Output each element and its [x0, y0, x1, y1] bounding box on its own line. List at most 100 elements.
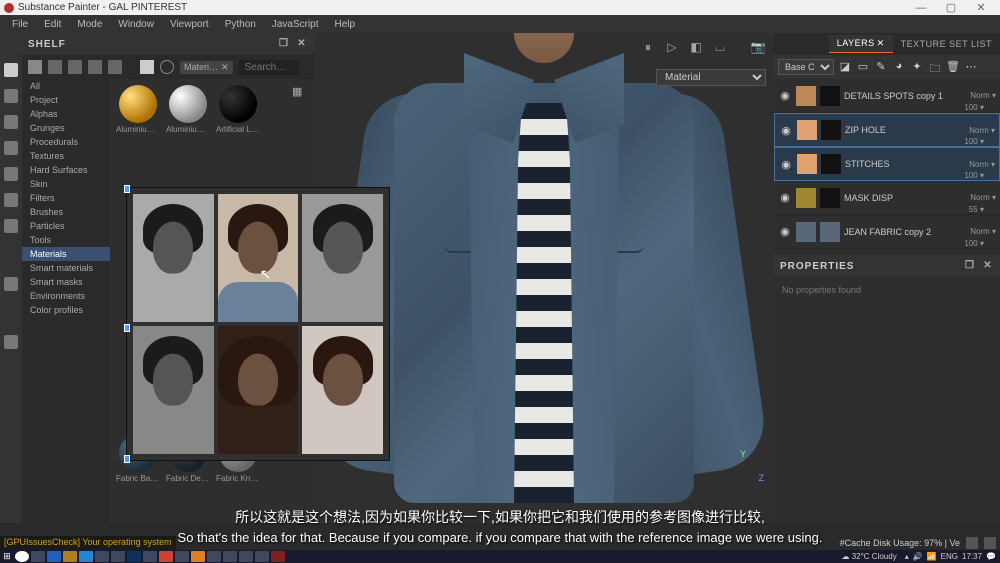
cat-environments[interactable]: Environments — [22, 289, 110, 303]
resize-handle[interactable] — [124, 455, 130, 463]
blend-mode[interactable]: Norm ▾ — [967, 126, 995, 135]
projection-tool-icon[interactable] — [4, 115, 18, 129]
taskbar-app-icon[interactable] — [63, 551, 77, 562]
close-icon[interactable]: ✕ — [982, 260, 994, 272]
picker-tool-icon[interactable] — [4, 219, 18, 233]
blend-mode[interactable]: Norm ▾ — [967, 160, 995, 169]
close-icon[interactable]: ✕ — [296, 38, 308, 50]
camera-icon[interactable]: ⌴ — [712, 39, 728, 55]
visibility-icon[interactable]: ◉ — [779, 124, 793, 137]
weather-widget[interactable]: ☁ 32°C Cloudy — [841, 552, 896, 561]
circle-icon[interactable] — [160, 60, 174, 74]
search-input[interactable] — [239, 60, 299, 75]
grid-view-icon[interactable]: ▦ — [292, 85, 304, 97]
filter-icon[interactable] — [140, 60, 154, 74]
menu-viewport[interactable]: Viewport — [162, 19, 217, 30]
minimize-button[interactable]: — — [906, 2, 936, 14]
cat-smartmasks[interactable]: Smart masks — [22, 275, 110, 289]
layer-mask-thumb[interactable] — [820, 188, 840, 208]
layer-name[interactable]: JEAN FABRIC copy 2 — [844, 227, 964, 237]
menu-file[interactable]: File — [4, 19, 36, 30]
add-effect-icon[interactable]: ✎ — [874, 60, 888, 74]
menu-javascript[interactable]: JavaScript — [264, 19, 327, 30]
reference-popup[interactable]: ↖ — [126, 187, 390, 461]
blend-mode[interactable]: Norm ▾ — [968, 193, 996, 202]
render-icon[interactable]: 📷 — [750, 39, 766, 55]
taskbar-app-icon[interactable] — [111, 551, 125, 562]
tab-texturesetlist[interactable]: TEXTURE SET LIST — [893, 36, 1000, 52]
cat-smartmaterials[interactable]: Smart materials — [22, 261, 110, 275]
cat-particles[interactable]: Particles — [22, 219, 110, 233]
cat-grunges[interactable]: Grunges — [22, 121, 110, 135]
perspective-icon[interactable]: ▷ — [664, 39, 680, 55]
undock-icon[interactable]: ❐ — [278, 38, 290, 50]
fill-tool-icon[interactable] — [4, 141, 18, 155]
cube-icon[interactable]: ◧ — [688, 39, 704, 55]
layer-mask-thumb[interactable] — [820, 86, 840, 106]
reference-image[interactable] — [133, 326, 214, 454]
add-smart-icon[interactable]: ✦ — [910, 60, 924, 74]
reload-icon[interactable] — [108, 60, 122, 74]
tab-layers[interactable]: LAYERS✕ — [829, 35, 893, 53]
channel-select[interactable]: Base Colo — [778, 59, 834, 75]
paint-tool-icon[interactable] — [4, 63, 18, 77]
resize-handle[interactable] — [124, 185, 130, 193]
layer-thumb[interactable] — [797, 154, 817, 174]
taskbar-app-icon[interactable] — [255, 551, 269, 562]
taskbar-app-icon[interactable] — [79, 551, 93, 562]
clone-tool-icon[interactable] — [4, 193, 18, 207]
layer-mask-thumb[interactable] — [821, 120, 841, 140]
cat-procedurals[interactable]: Procedurals — [22, 135, 110, 149]
visibility-icon[interactable]: ◉ — [778, 89, 792, 102]
menu-python[interactable]: Python — [217, 19, 264, 30]
layer-thumb[interactable] — [796, 86, 816, 106]
taskbar-app-icon[interactable] — [159, 551, 173, 562]
menu-mode[interactable]: Mode — [69, 19, 110, 30]
system-tray[interactable]: ▴🔊📶 ENG 17:37 💬 — [905, 552, 1000, 561]
taskbar-app-icon[interactable] — [127, 551, 141, 562]
layer-name[interactable]: STITCHES — [845, 159, 963, 169]
visibility-icon[interactable]: ◉ — [778, 191, 792, 204]
folder-icon[interactable] — [48, 60, 62, 74]
taskbar-app-icon[interactable] — [143, 551, 157, 562]
close-button[interactable]: ✕ — [966, 1, 996, 14]
reference-image[interactable]: ↖ — [218, 194, 299, 322]
undock-icon[interactable]: ❐ — [964, 260, 976, 272]
blend-mode[interactable]: Norm ▾ — [968, 91, 996, 100]
add-mask-icon[interactable]: ◕ — [892, 60, 906, 74]
taskbar-app-icon[interactable] — [239, 551, 253, 562]
chip-close-icon[interactable]: ✕ — [221, 62, 229, 73]
menu-edit[interactable]: Edit — [36, 19, 69, 30]
taskbar-app-icon[interactable] — [191, 551, 205, 562]
layer-name[interactable]: ZIP HOLE — [845, 125, 963, 135]
reference-image[interactable] — [133, 194, 214, 322]
pause-icon[interactable]: ⏸ — [640, 39, 656, 55]
more-icon[interactable]: ⋯ — [964, 60, 978, 74]
layer-name[interactable]: DETAILS SPOTS copy 1 — [844, 91, 964, 101]
taskbar-app-icon[interactable] — [31, 551, 45, 562]
start-button[interactable]: ⊞ — [0, 550, 14, 563]
cat-all[interactable]: All — [22, 79, 110, 93]
misc-tool-icon[interactable] — [4, 335, 18, 349]
resize-handle[interactable] — [124, 324, 130, 332]
hide-icon[interactable] — [88, 60, 102, 74]
delete-icon[interactable]: 🗑 — [946, 60, 960, 74]
layer-mask-thumb[interactable] — [821, 154, 841, 174]
taskbar-app-icon[interactable] — [271, 551, 285, 562]
add-layer-icon[interactable]: ▭ — [856, 60, 870, 74]
cat-alphas[interactable]: Alphas — [22, 107, 110, 121]
viewport-channel-dropdown[interactable]: Material — [656, 69, 766, 86]
cat-textures[interactable]: Textures — [22, 149, 110, 163]
taskbar-app-icon[interactable] — [207, 551, 221, 562]
eraser-tool-icon[interactable] — [4, 89, 18, 103]
reference-image[interactable] — [218, 326, 299, 454]
visibility-icon[interactable]: ◉ — [779, 158, 793, 171]
taskbar-app-icon[interactable] — [175, 551, 189, 562]
cat-tools[interactable]: Tools — [22, 233, 110, 247]
status-button[interactable] — [966, 537, 978, 549]
settings-tool-icon[interactable] — [4, 277, 18, 291]
blend-mode[interactable]: Norm ▾ — [968, 227, 996, 236]
filter-chip[interactable]: Materi…✕ — [180, 61, 233, 74]
cat-skin[interactable]: Skin — [22, 177, 110, 191]
material-thumbnail[interactable]: Aluminium … — [116, 85, 160, 134]
